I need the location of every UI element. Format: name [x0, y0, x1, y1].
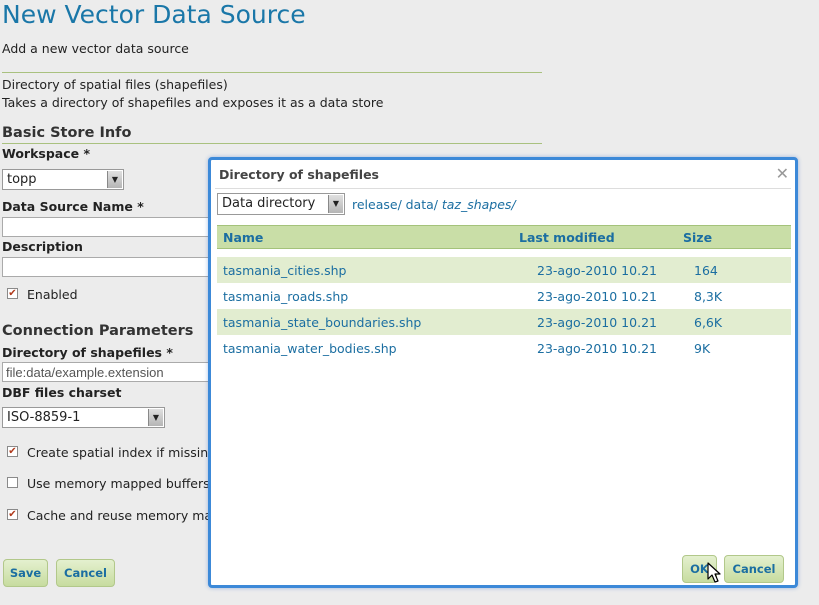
file-table-header: Name Last modified Size	[217, 225, 791, 249]
column-header-modified[interactable]: Last modified	[519, 230, 615, 245]
file-name-link[interactable]: tasmania_water_bodies.shp	[223, 341, 397, 356]
workspace-value: topp	[7, 172, 37, 187]
root-directory-select[interactable]: Data directory ▼	[217, 193, 345, 215]
name-input[interactable]	[2, 217, 217, 237]
charset-select[interactable]: ISO-8859-1 ▼	[2, 407, 165, 428]
breadcrumb-link[interactable]: data/	[406, 197, 438, 212]
dialog-cancel-button[interactable]: Cancel	[724, 555, 784, 583]
spatial-index-label: Create spatial index if missing/	[27, 445, 221, 460]
check-icon: ✔	[8, 508, 17, 520]
file-name-link[interactable]: tasmania_cities.shp	[223, 263, 346, 278]
chevron-down-icon: ▼	[328, 195, 343, 213]
charset-label: DBF files charset	[2, 385, 122, 400]
file-size: 6,6K	[694, 315, 723, 330]
dialog-divider	[215, 188, 791, 189]
column-header-name[interactable]: Name	[223, 230, 263, 245]
name-label: Data Source Name *	[2, 199, 144, 214]
enabled-checkbox[interactable]: ✔	[7, 288, 18, 299]
column-header-size[interactable]: Size	[683, 230, 712, 245]
check-icon: ✔	[8, 287, 17, 299]
description-input[interactable]	[2, 257, 217, 277]
shapefile-chooser-dialog: Directory of shapefiles ✕ Data directory…	[208, 157, 798, 588]
spatial-index-checkbox[interactable]: ✔	[7, 446, 18, 457]
root-directory-value: Data directory	[222, 196, 316, 211]
file-size: 164	[694, 263, 718, 278]
mouse-pointer-icon	[707, 562, 721, 583]
close-icon[interactable]: ✕	[776, 164, 789, 183]
table-row[interactable]: tasmania_roads.shp 23-ago-2010 10.21 8,3…	[217, 283, 791, 309]
divider	[2, 143, 542, 144]
breadcrumb-link[interactable]: release/	[352, 197, 402, 212]
file-modified: 23-ago-2010 10.21	[537, 341, 657, 356]
save-button[interactable]: Save	[3, 559, 48, 587]
memory-mapped-label: Use memory mapped buffers	[27, 476, 210, 491]
breadcrumb: release/ data/ taz_shapes/	[352, 197, 516, 212]
file-size: 9K	[694, 341, 711, 356]
directory-label: Directory of shapefiles *	[2, 345, 173, 360]
chevron-down-icon: ▼	[148, 409, 163, 426]
enabled-label: Enabled	[27, 287, 78, 302]
file-name-link[interactable]: tasmania_roads.shp	[223, 289, 348, 304]
workspace-select[interactable]: topp ▼	[2, 169, 124, 190]
file-modified: 23-ago-2010 10.21	[537, 315, 657, 330]
store-type: Directory of spatial files (shapefiles)	[2, 77, 228, 92]
page-title: New Vector Data Source	[2, 0, 306, 29]
breadcrumb-current: taz_shapes/	[441, 197, 516, 212]
check-icon: ✔	[8, 445, 17, 457]
charset-value: ISO-8859-1	[7, 410, 81, 425]
table-row[interactable]: tasmania_state_boundaries.shp 23-ago-201…	[217, 309, 791, 335]
dialog-title: Directory of shapefiles	[219, 167, 379, 182]
description-label: Description	[2, 239, 83, 254]
connection-heading: Connection Parameters	[2, 323, 194, 339]
file-size: 8,3K	[694, 289, 723, 304]
memory-mapped-checkbox[interactable]	[7, 477, 18, 488]
file-name-link[interactable]: tasmania_state_boundaries.shp	[223, 315, 421, 330]
table-row[interactable]: tasmania_cities.shp 23-ago-2010 10.21 16…	[217, 257, 791, 283]
table-row[interactable]: tasmania_water_bodies.shp 23-ago-2010 10…	[217, 335, 791, 361]
cache-label: Cache and reuse memory map	[27, 508, 220, 523]
divider	[2, 72, 542, 73]
cache-checkbox[interactable]: ✔	[7, 509, 18, 520]
chevron-down-icon: ▼	[107, 171, 122, 188]
store-description: Takes a directory of shapefiles and expo…	[2, 95, 384, 110]
workspace-label: Workspace *	[2, 146, 91, 161]
page-subtitle: Add a new vector data source	[2, 41, 189, 56]
cancel-button[interactable]: Cancel	[56, 559, 115, 587]
directory-input[interactable]	[2, 362, 217, 382]
file-modified: 23-ago-2010 10.21	[537, 263, 657, 278]
file-modified: 23-ago-2010 10.21	[537, 289, 657, 304]
basic-store-heading: Basic Store Info	[2, 125, 132, 141]
